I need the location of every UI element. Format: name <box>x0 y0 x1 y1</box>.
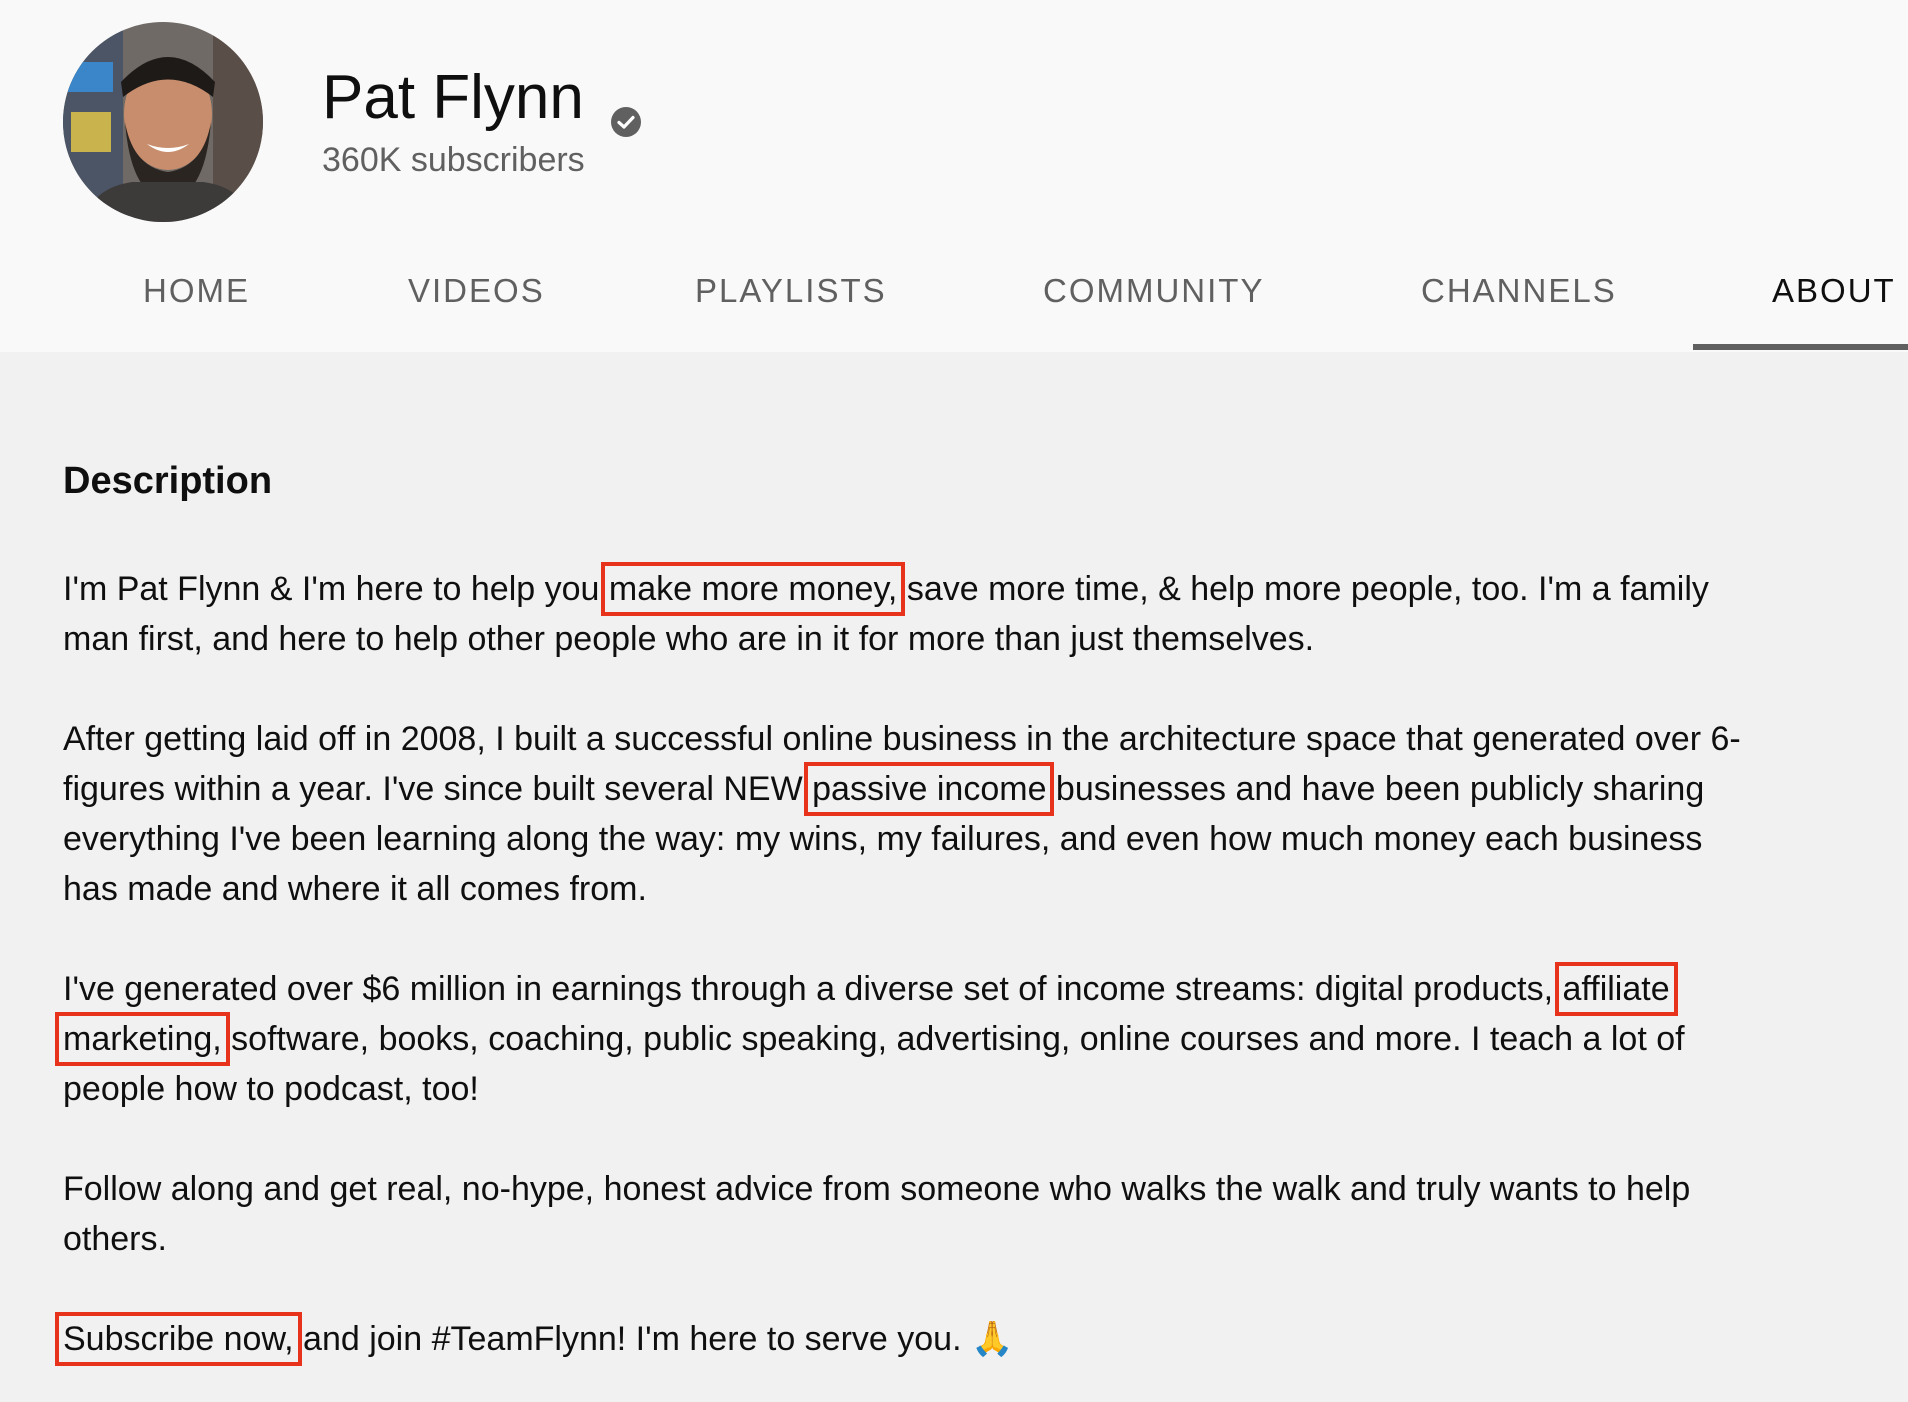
tab-channels[interactable]: CHANNELS <box>1421 262 1617 348</box>
description-paragraph-2: After getting laid off in 2008, I built … <box>63 714 1763 914</box>
highlighted-phrase-make-more-money: make more money, <box>600 562 906 616</box>
highlighted-phrase-subscribe-now: Subscribe now, <box>55 1312 302 1366</box>
tab-playlists[interactable]: PLAYLISTS <box>695 262 887 348</box>
verified-check-icon <box>610 82 642 137</box>
channel-name: Pat Flynn <box>322 63 584 132</box>
tab-home[interactable]: HOME <box>143 262 250 348</box>
channel-name-row: Pat Flynn <box>322 62 642 137</box>
about-section: Description I'm Pat Flynn & I'm here to … <box>55 450 1763 1366</box>
paragraph-text: I'm Pat Flynn & I'm here to help you <box>63 570 609 608</box>
description-heading: Description <box>63 460 273 502</box>
tab-about[interactable]: ABOUT <box>1772 262 1896 348</box>
description-paragraph-5: Subscribe now, and join #TeamFlynn! I'm … <box>55 1312 1763 1366</box>
subscriber-count: 360K subscribers <box>322 141 585 179</box>
channel-tabs: HOME VIDEOS PLAYLISTS COMMUNITY CHANNELS… <box>0 262 1908 352</box>
paragraph-text: and join #TeamFlynn! I'm here to serve y… <box>293 1320 1014 1358</box>
description-paragraph-1: I'm Pat Flynn & I'm here to help you mak… <box>63 562 1763 664</box>
channel-header: Pat Flynn 360K subscribers HOME VIDEOS P… <box>0 0 1908 352</box>
highlighted-phrase-passive-income: passive income <box>804 762 1055 816</box>
paragraph-text: I've generated over $6 million in earnin… <box>63 970 1563 1008</box>
paragraph-text: software, books, coaching, public speaki… <box>63 1020 1685 1108</box>
description-paragraph-3: I've generated over $6 million in earnin… <box>55 962 1763 1114</box>
channel-avatar[interactable] <box>63 22 263 222</box>
description-paragraph-4: Follow along and get real, no-hype, hone… <box>63 1164 1763 1264</box>
tab-videos[interactable]: VIDEOS <box>408 262 545 348</box>
paragraph-text: Follow along and get real, no-hype, hone… <box>63 1170 1691 1258</box>
active-tab-indicator <box>1693 344 1908 350</box>
tab-community[interactable]: COMMUNITY <box>1043 262 1264 348</box>
